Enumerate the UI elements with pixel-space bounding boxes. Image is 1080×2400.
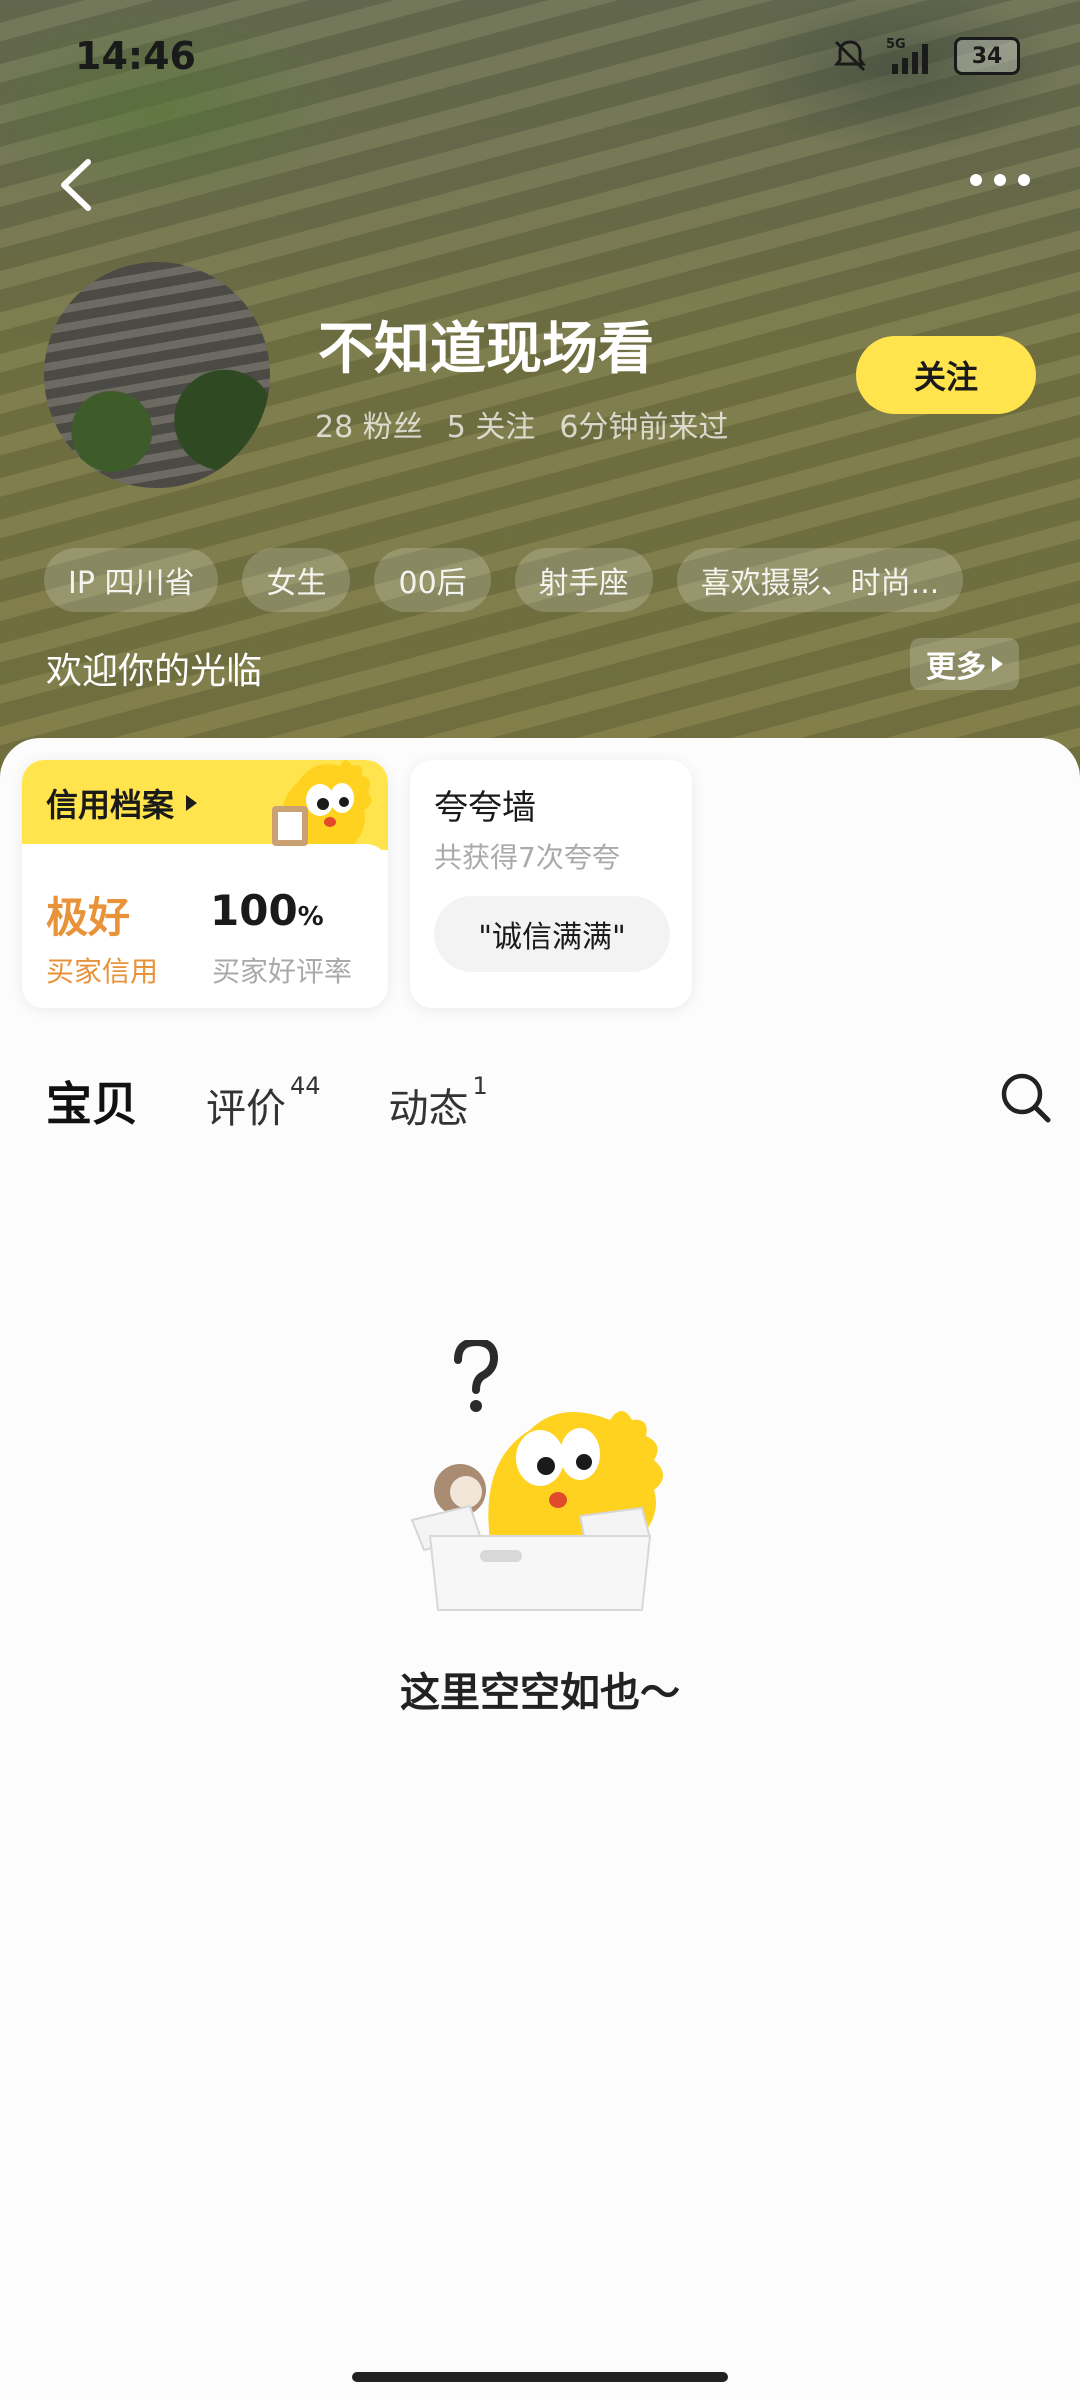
arrow-right-icon: [186, 795, 198, 811]
tag-ip: IP 四川省: [44, 548, 219, 612]
tag-interests[interactable]: 喜欢摄影、时尚...: [676, 548, 964, 612]
profile-nickname: 不知道现场看: [318, 317, 654, 382]
mascot-icon: [272, 760, 372, 846]
tab-moments-count: 1: [472, 1071, 488, 1100]
battery-icon: 34: [954, 37, 1020, 75]
back-button[interactable]: [50, 150, 110, 220]
empty-state-text: 这里空空如也～: [400, 1670, 680, 1716]
status-icons: 5G 34: [830, 36, 1020, 76]
praise-subtitle: 共获得7次夸夸: [434, 841, 620, 874]
follow-button[interactable]: 关注: [856, 336, 1036, 414]
tab-reviews-count: 44: [290, 1071, 321, 1100]
tab-moments[interactable]: 动态1: [389, 1072, 488, 1134]
following-count[interactable]: 5 关注: [447, 402, 536, 446]
search-icon: [1001, 1073, 1051, 1123]
more-button[interactable]: 更多: [910, 638, 1019, 690]
profile-tags: IP 四川省 女生 00后 射手座 喜欢摄影、时尚...: [44, 548, 964, 612]
credit-card-body: 极好 买家信用 100% 买家好评率: [22, 844, 388, 1008]
last-seen: 6分钟前来过: [559, 410, 729, 445]
praise-card[interactable]: 夸夸墙 共获得7次夸夸 "诚信满满": [410, 760, 692, 1008]
credit-level-label: 买家信用: [46, 955, 159, 988]
status-bar: 14:46 5G 34: [0, 0, 1080, 120]
tab-reviews[interactable]: 评价44: [206, 1072, 321, 1134]
home-indicator[interactable]: [352, 2372, 728, 2382]
tab-items[interactable]: 宝贝: [44, 1068, 140, 1134]
tab-bar: 宝贝 评价44 动态1: [44, 1068, 488, 1134]
network-label: 5G: [886, 37, 906, 52]
praise-title: 夸夸墙: [434, 788, 536, 828]
credit-title-text: 信用档案: [46, 786, 175, 824]
praise-chip: "诚信满满": [434, 896, 670, 972]
tag-zodiac: 射手座: [514, 548, 653, 612]
good-rate-label: 买家好评率: [212, 955, 353, 988]
avatar[interactable]: [44, 262, 270, 488]
more-dots-icon[interactable]: [960, 160, 1040, 200]
credit-level: 极好: [46, 893, 131, 942]
back-icon: [61, 159, 91, 211]
tag-gender: 女生: [242, 548, 351, 612]
more-label: 更多: [926, 650, 986, 685]
credit-title: 信用档案: [46, 780, 198, 826]
good-rate: 100%: [210, 886, 324, 935]
mute-icon: [834, 40, 866, 72]
profile-stats: 28 粉丝 5 关注 6分钟前来过: [315, 402, 728, 446]
status-time: 14:46: [75, 34, 196, 78]
welcome-text: 欢迎你的光临: [46, 651, 263, 692]
signal-icon: 5G: [886, 37, 928, 74]
arrow-right-icon: [992, 656, 1003, 672]
tag-age: 00后: [374, 548, 491, 612]
empty-box-illustration: [410, 1340, 663, 1611]
search-button[interactable]: [996, 1068, 1056, 1128]
fans-count[interactable]: 28 粉丝: [315, 402, 423, 446]
